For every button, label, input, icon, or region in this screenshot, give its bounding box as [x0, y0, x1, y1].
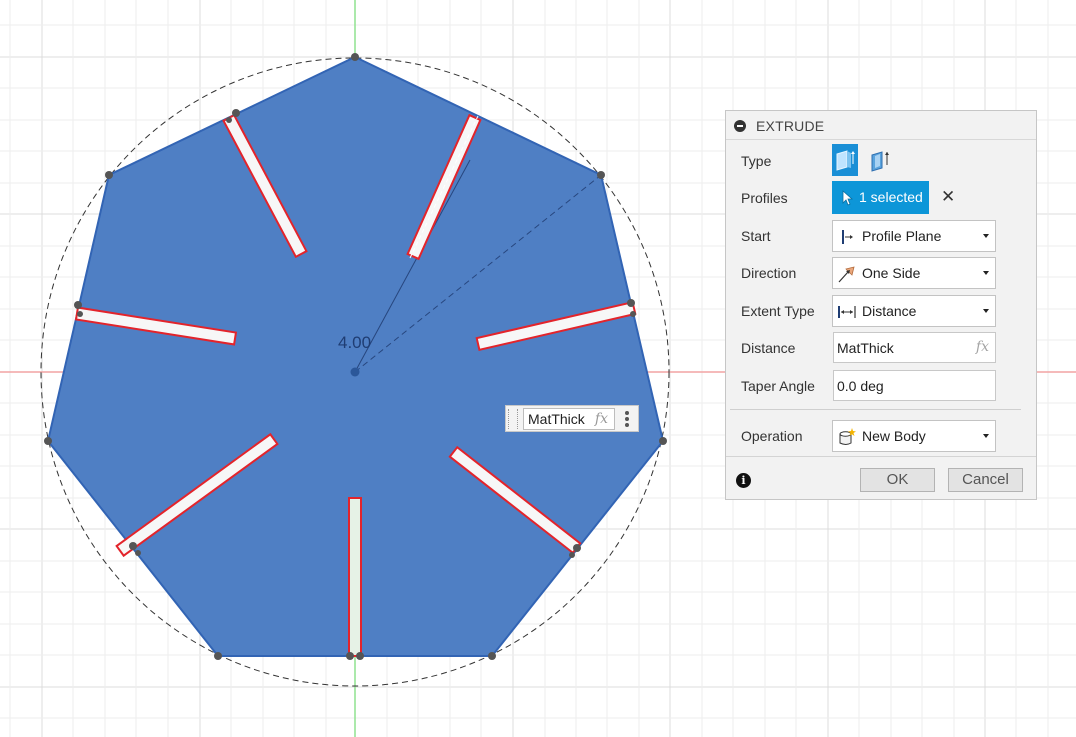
- direction-label: Direction: [741, 265, 797, 281]
- info-icon[interactable]: i: [736, 473, 751, 488]
- direction-value: One Side: [862, 265, 921, 281]
- chevron-down-icon: [983, 434, 989, 438]
- sketch-point: [226, 117, 232, 123]
- sketch-point: [659, 437, 667, 445]
- sketch-point: [44, 437, 52, 445]
- fx-icon[interactable]: fx: [976, 339, 989, 355]
- radius-dimension-label[interactable]: 4.00: [338, 333, 371, 353]
- extent-type-value: Distance: [862, 303, 917, 319]
- section-divider: [730, 409, 1021, 410]
- sketch-point: [356, 652, 364, 660]
- more-options-icon[interactable]: [623, 410, 631, 428]
- distance-icon: [838, 306, 856, 318]
- inline-distance-field[interactable]: MatThick fx: [523, 408, 615, 430]
- chevron-down-icon: [983, 309, 989, 313]
- dialog-header: EXTRUDE: [726, 111, 1036, 140]
- type-label: Type: [741, 153, 772, 169]
- drag-handle-icon[interactable]: [508, 409, 518, 429]
- fx-icon[interactable]: fx: [595, 411, 608, 427]
- sketch-point: [129, 542, 137, 550]
- cursor-arrow-icon: [842, 190, 854, 206]
- start-dropdown[interactable]: Profile Plane: [832, 220, 996, 252]
- profile-plane-icon: [842, 230, 853, 244]
- taper-angle-value: 0.0 deg: [837, 378, 884, 394]
- sketch-point: [627, 299, 635, 307]
- sketch-point: [74, 301, 82, 309]
- profiles-label: Profiles: [741, 190, 788, 206]
- extrude-type-solid-button[interactable]: [832, 144, 858, 176]
- extrude-dialog: EXTRUDE Type Profiles 1 selected ✕ Start: [725, 110, 1037, 500]
- sketch-point: [105, 171, 113, 179]
- new-body-icon: [839, 428, 856, 445]
- cancel-button[interactable]: Cancel: [948, 468, 1023, 492]
- sketch-point: [135, 550, 141, 556]
- sketch-point: [573, 544, 581, 552]
- ok-button[interactable]: OK: [860, 468, 935, 492]
- extent-type-label: Extent Type: [741, 303, 815, 319]
- profiles-selected-count: 1 selected: [859, 189, 923, 205]
- solid-extrude-icon: [836, 150, 855, 171]
- distance-value: MatThick: [837, 340, 894, 356]
- sketch-point: [569, 552, 575, 558]
- extrude-type-thin-button[interactable]: [867, 144, 893, 176]
- dialog-title: EXTRUDE: [756, 118, 825, 134]
- inline-distance-value: MatThick: [528, 411, 585, 427]
- distance-input[interactable]: MatThick fx: [833, 332, 996, 363]
- thin-extrude-icon: [871, 151, 889, 172]
- sketch-point: [214, 652, 222, 660]
- sketch-point: [232, 109, 240, 117]
- collapse-icon[interactable]: [734, 120, 746, 132]
- extent-type-dropdown[interactable]: Distance: [832, 295, 996, 327]
- slot-cutout: [348, 497, 362, 657]
- start-label: Start: [741, 228, 771, 244]
- direction-dropdown[interactable]: One Side: [832, 257, 996, 289]
- chevron-down-icon: [983, 271, 989, 275]
- chevron-down-icon: [983, 234, 989, 238]
- sketch-point: [597, 171, 605, 179]
- operation-value: New Body: [862, 428, 926, 444]
- sketch-point: [346, 652, 354, 660]
- dialog-footer: i OK Cancel: [726, 456, 1036, 501]
- operation-label: Operation: [741, 428, 803, 444]
- sketch-point: [488, 652, 496, 660]
- profiles-select-button[interactable]: 1 selected: [832, 181, 929, 214]
- clear-selection-icon[interactable]: ✕: [941, 188, 955, 205]
- distance-label: Distance: [741, 340, 796, 356]
- inline-distance-input[interactable]: MatThick fx: [505, 405, 639, 432]
- one-side-icon: [838, 266, 855, 283]
- sketch-point: [351, 53, 359, 61]
- start-value: Profile Plane: [862, 228, 942, 244]
- taper-angle-label: Taper Angle: [741, 378, 815, 394]
- taper-angle-input[interactable]: 0.0 deg: [833, 370, 996, 401]
- sketch-point: [77, 311, 83, 317]
- sketch-point: [630, 311, 636, 317]
- operation-dropdown[interactable]: New Body: [832, 420, 996, 452]
- center-point: [350, 367, 360, 377]
